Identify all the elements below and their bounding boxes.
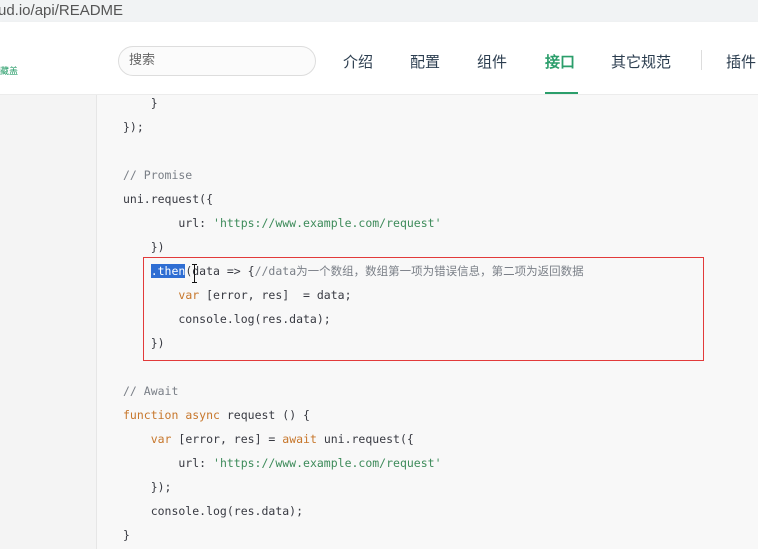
browser-address-bar[interactable]: ud.io/api/README xyxy=(0,0,758,23)
logo-text[interactable]: 藏盖 xyxy=(0,64,18,77)
code-line: }) xyxy=(123,240,165,254)
left-sidebar xyxy=(0,95,97,549)
nav-intro[interactable]: 介绍 xyxy=(343,51,373,72)
active-nav-underline xyxy=(545,92,578,94)
search-box[interactable] xyxy=(118,46,316,76)
text-cursor-icon xyxy=(192,264,198,284)
code-comment: // Promise xyxy=(123,168,193,182)
url-text[interactable]: ud.io/api/README xyxy=(0,2,123,19)
nav-divider xyxy=(701,50,702,70)
nav-config[interactable]: 配置 xyxy=(410,51,440,72)
code-string: 'https://www.example.com/request' xyxy=(213,456,442,470)
code-line: } xyxy=(123,528,130,542)
code-line: uni.request({ xyxy=(123,192,214,206)
site-header: 藏盖 介绍 配置 组件 接口 其它规范 插件 xyxy=(0,22,758,95)
annotation-highlight-box xyxy=(143,257,704,361)
code-line: }); xyxy=(123,480,172,494)
search-input[interactable] xyxy=(127,52,311,69)
nav-api[interactable]: 接口 xyxy=(545,51,575,72)
code-string: 'https://www.example.com/request' xyxy=(213,216,442,230)
code-line: url: 'https://www.example.com/request' xyxy=(123,456,442,470)
code-line: url: 'https://www.example.com/request' xyxy=(123,216,442,230)
nav-plugins[interactable]: 插件 xyxy=(726,51,756,72)
nav-other-specs[interactable]: 其它规范 xyxy=(611,51,671,72)
code-comment: // Await xyxy=(123,384,179,398)
code-line: console.log(res.data); xyxy=(123,504,304,518)
code-line: var [error, res] = await uni.request({ xyxy=(150,432,414,446)
code-line: }); xyxy=(123,120,144,134)
nav-components[interactable]: 组件 xyxy=(477,51,507,72)
code-line: function async request () { xyxy=(123,408,310,422)
code-line: } xyxy=(123,96,158,110)
